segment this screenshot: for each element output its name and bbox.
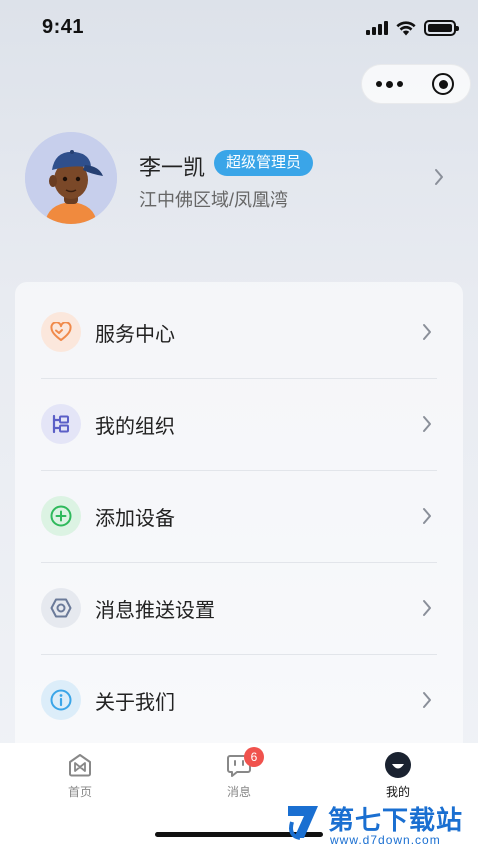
wifi-icon [396, 20, 416, 35]
menu-item-add-device[interactable]: 添加设备 [41, 470, 437, 562]
chevron-right-icon [423, 508, 431, 524]
menu-item-label: 关于我们 [95, 691, 175, 714]
home-icon [69, 754, 91, 777]
signal-icon [366, 21, 388, 35]
user-location: 江中佛区域/凤凰湾 [139, 190, 289, 210]
menu-item-service-center[interactable]: 服务中心 [41, 286, 437, 378]
status-time: 9:41 [42, 16, 85, 38]
profile-icon [385, 752, 411, 778]
tab-label: 消息 [226, 785, 251, 799]
tab-mine[interactable]: 我的 [358, 751, 438, 800]
user-name: 李一凯 [139, 155, 206, 180]
tab-home[interactable]: 首页 [40, 751, 120, 800]
role-badge: 超级管理员 [214, 150, 314, 176]
status-icons [366, 20, 459, 36]
chevron-right-icon [423, 324, 431, 340]
menu-item-push-settings[interactable]: 消息推送设置 [41, 562, 437, 654]
hexagon-settings-icon [41, 588, 81, 628]
menu-item-label: 我的组织 [95, 415, 175, 438]
message-count-badge: 6 [244, 747, 264, 767]
profile-header[interactable]: 李一凯 超级管理员 江中佛区域/凤凰湾 [0, 130, 478, 230]
info-icon [41, 680, 81, 720]
chevron-right-icon [423, 600, 431, 616]
plus-circle-icon [41, 496, 81, 536]
chevron-right-icon[interactable] [433, 168, 445, 186]
tab-messages[interactable]: 6 消息 [199, 747, 279, 800]
watermark: 第七下载站 www.d7down.com [284, 800, 474, 848]
menu-item-my-organization[interactable]: 我的组织 [41, 378, 437, 470]
target-icon[interactable] [416, 64, 470, 104]
watermark-title: 第七下载站 [328, 805, 464, 835]
menu-item-about-us[interactable]: 关于我们 [41, 654, 437, 746]
more-icon[interactable] [362, 64, 416, 104]
chevron-right-icon [423, 416, 431, 432]
status-bar: 9:41 [0, 0, 478, 56]
heart-icon [41, 312, 81, 352]
menu-card: 服务中心 我的组织 添加设备 消息推送设置 关于我们 [15, 282, 463, 762]
tab-label: 首页 [67, 785, 92, 799]
menu-item-label: 添加设备 [95, 507, 175, 530]
watermark-logo-icon [288, 806, 318, 840]
capsule-menu [361, 64, 471, 104]
menu-item-label: 消息推送设置 [95, 599, 215, 622]
watermark-url: www.d7down.com [330, 833, 441, 847]
org-icon [41, 404, 81, 444]
avatar[interactable] [25, 132, 117, 224]
tab-label: 我的 [385, 785, 410, 799]
chevron-right-icon [423, 692, 431, 708]
battery-icon [424, 20, 459, 36]
menu-item-label: 服务中心 [95, 323, 175, 346]
